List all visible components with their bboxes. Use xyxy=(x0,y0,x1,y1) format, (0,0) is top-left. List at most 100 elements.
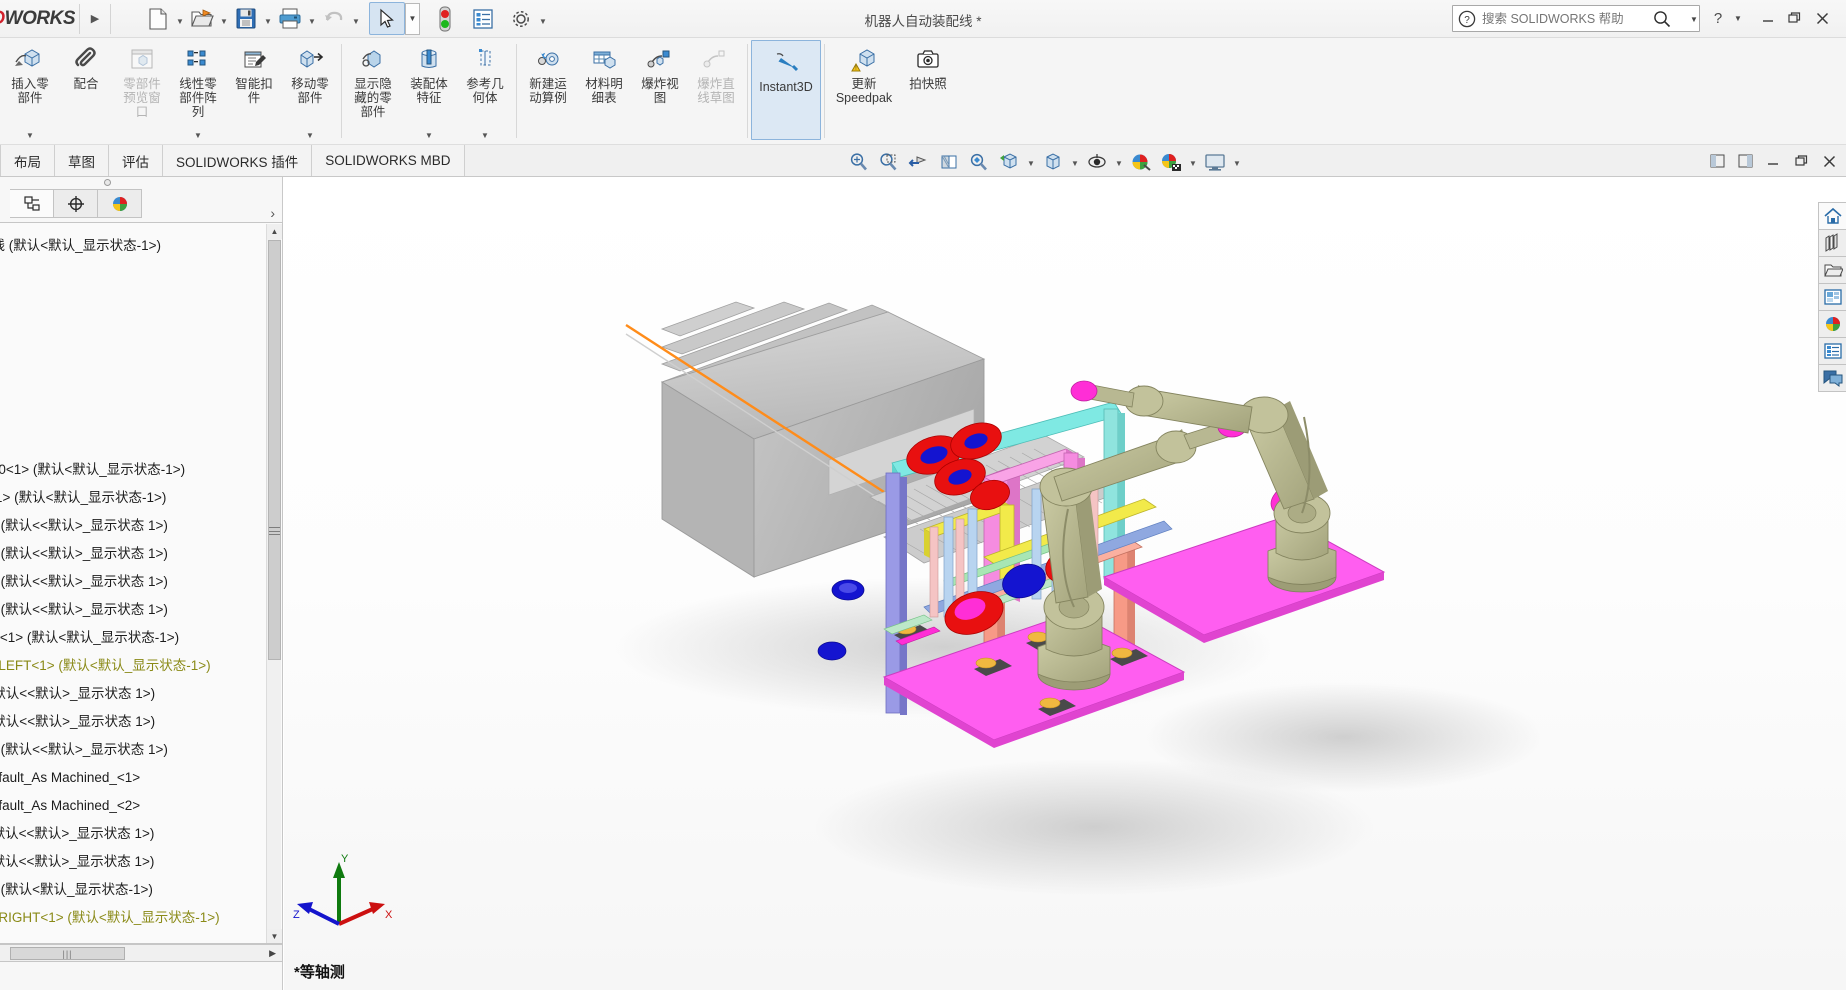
tree-item-component[interactable]: 103089P070<1> (默认<默认_显示状态-1>) xyxy=(0,876,283,904)
tree-item-assembly-root[interactable]: 机器人自动装配线 (默认<默认_显示状态-1>) xyxy=(0,232,283,260)
task-pane-home-icon[interactable] xyxy=(1818,202,1846,230)
ribbon-linear-component-pattern[interactable]: 线性零 部件阵 列 ▼ xyxy=(170,38,226,144)
document-maximize-button[interactable] xyxy=(1790,150,1812,172)
tree-item-component[interactable]: conveyorA<1> (默认<<默认>_显示状态 1>) xyxy=(0,680,283,708)
task-pane-view-palette-icon[interactable] xyxy=(1818,283,1846,311)
graphics-viewport[interactable]: Y X Z *等轴测 xyxy=(284,177,1846,990)
hscroll-right-arrow[interactable]: ▶ xyxy=(269,948,276,959)
scroll-thumb[interactable] xyxy=(268,240,281,660)
tree-item-component[interactable]: S000123B<2> (默认<<默认>_显示状态 1>) xyxy=(0,848,283,876)
tree-item-annotations[interactable]: 注解 xyxy=(0,316,283,344)
help-menu-dropdown[interactable]: ▼ xyxy=(1726,6,1750,30)
display-window-icon[interactable] xyxy=(1201,148,1229,176)
tree-item-component[interactable]: 100098P015_Default_As Machined_<1> xyxy=(0,764,283,792)
previous-view-icon[interactable] xyxy=(905,148,933,176)
task-pane-appearances-icon[interactable] xyxy=(1818,310,1846,338)
feature-manager-tab[interactable] xyxy=(10,189,54,218)
tree-item-component[interactable]: 100098P023<1> (默认<<默认>_显示状态 1>) xyxy=(0,568,283,596)
view-settings-dropdown[interactable]: ▼ xyxy=(1113,148,1125,176)
ribbon-explode-line-sketch[interactable]: 爆炸直 线草图 xyxy=(688,38,744,144)
feature-tree-vertical-scrollbar[interactable]: ▲ ▼ xyxy=(266,224,281,944)
scroll-up-arrow[interactable]: ▲ xyxy=(267,224,282,239)
dock-left-button[interactable] xyxy=(1706,150,1728,172)
ribbon-assembly-features[interactable]: 装配体 特征 ▼ xyxy=(401,38,457,144)
display-manager-tab[interactable] xyxy=(98,189,142,218)
zoom-to-area-icon[interactable] xyxy=(875,148,903,176)
display-style-dropdown[interactable]: ▼ xyxy=(1025,148,1037,176)
select-tool-dropdown[interactable]: ▼ xyxy=(405,3,420,35)
search-input[interactable] xyxy=(1478,12,1649,26)
tree-item-component[interactable]: S000123B<1> (默认<<默认>_显示状态 1>) xyxy=(0,820,283,848)
tree-item-origin[interactable]: 原点 xyxy=(0,428,283,456)
ribbon-mate[interactable]: 配合 xyxy=(58,38,114,144)
chevron-down-icon[interactable]: ▼ xyxy=(26,131,34,140)
chevron-down-icon[interactable]: ▼ xyxy=(425,131,433,140)
print-document-dropdown[interactable]: ▼ xyxy=(305,3,319,35)
tab-sketch[interactable]: 草图 xyxy=(55,145,109,176)
tree-item-component[interactable]: 103090P001_UP<1> (默认<默认_显示状态-1>) xyxy=(0,624,283,652)
tree-item-component[interactable]: conveyorB<1> (默认<<默认>_显示状态 1>) xyxy=(0,708,283,736)
undo-dropdown[interactable]: ▼ xyxy=(349,3,363,35)
ribbon-exploded-view[interactable]: 爆炸视 图 xyxy=(632,38,688,144)
tree-item-component[interactable]: 100098P019<1> (默认<<默认>_显示状态 1>) xyxy=(0,512,283,540)
tree-item-component[interactable]: 103089P001_R40<1> (默认<默认_显示状态-1>) xyxy=(0,456,283,484)
open-document-dropdown[interactable]: ▼ xyxy=(217,3,231,35)
scroll-down-arrow[interactable]: ▼ xyxy=(267,929,282,944)
panel-more-tabs-arrow[interactable]: › xyxy=(270,205,275,221)
chevron-down-icon[interactable]: ▼ xyxy=(306,131,314,140)
window-close-button[interactable] xyxy=(1810,6,1834,30)
tree-item-top-plane[interactable]: 上视基准面 xyxy=(0,372,283,400)
panel-pin-handle[interactable] xyxy=(104,179,111,186)
select-tool-button[interactable] xyxy=(369,2,405,35)
task-pane-custom-properties-icon[interactable] xyxy=(1818,337,1846,365)
gear-dropdown[interactable]: ▼ xyxy=(536,3,550,35)
ribbon-move-component[interactable]: 移动零 部件 ▼ xyxy=(282,38,338,144)
section-view-icon[interactable] xyxy=(935,148,963,176)
ribbon-show-hidden-components[interactable]: 显示隐 藏的零 部件 xyxy=(345,38,401,144)
display-style-icon[interactable] xyxy=(995,148,1023,176)
chevron-down-icon[interactable]: ▼ xyxy=(481,131,489,140)
options-list-button[interactable] xyxy=(468,3,498,35)
ribbon-instant3d[interactable]: Instant3D xyxy=(751,40,821,140)
tree-item-component[interactable]: 100098P020<1> (默认<<默认>_显示状态 1>) xyxy=(0,540,283,568)
menu-expand-arrow[interactable]: ▶ xyxy=(84,4,106,34)
display-window-dropdown[interactable]: ▼ xyxy=(1231,148,1243,176)
tab-addins[interactable]: SOLIDWORKS 插件 xyxy=(163,145,312,176)
undo-button[interactable] xyxy=(319,3,349,35)
tree-item-front-plane[interactable]: 前视基准面 xyxy=(0,344,283,372)
document-minimize-button[interactable] xyxy=(1762,150,1784,172)
ribbon-insert-component[interactable]: 插入零 部件 ▼ xyxy=(2,38,58,144)
print-document-button[interactable] xyxy=(275,3,305,35)
hide-show-items-icon[interactable] xyxy=(1039,148,1067,176)
ribbon-take-snapshot[interactable]: 拍快照 xyxy=(900,38,956,144)
tab-layout[interactable]: 布局 xyxy=(0,145,55,176)
window-minimize-button[interactable] xyxy=(1756,6,1780,30)
save-document-dropdown[interactable]: ▼ xyxy=(261,3,275,35)
appearances-icon[interactable] xyxy=(1157,148,1185,176)
view-settings-icon[interactable] xyxy=(1083,148,1111,176)
magnifier-icon[interactable] xyxy=(1649,9,1675,29)
ribbon-component-preview-window[interactable]: 零部件 预览窗 口 xyxy=(114,38,170,144)
tab-evaluate[interactable]: 评估 xyxy=(109,145,163,176)
ribbon-smart-fasteners[interactable]: 智能扣 件 xyxy=(226,38,282,144)
tree-item-component[interactable]: Conveyor_R70<1> (默认<默认_显示状态-1>) xyxy=(0,484,283,512)
task-pane-forum-icon[interactable] xyxy=(1818,364,1846,392)
appearances-dropdown[interactable]: ▼ xyxy=(1187,148,1199,176)
tab-mbd[interactable]: SOLIDWORKS MBD xyxy=(312,145,464,176)
apply-scene-icon[interactable] xyxy=(1127,148,1155,176)
property-manager-tab[interactable] xyxy=(54,189,98,218)
open-document-button[interactable] xyxy=(187,3,217,35)
chevron-down-icon[interactable]: ▼ xyxy=(194,131,202,140)
save-document-button[interactable] xyxy=(231,3,261,35)
view-orientation-icon[interactable] xyxy=(965,148,993,176)
tree-item-component[interactable]: 100098P015_Default_As Machined_<2> xyxy=(0,792,283,820)
tree-item-component-selected[interactable]: (-) 103088P001_LEFT<1> (默认<默认_显示状态-1>) xyxy=(0,652,283,680)
task-pane-file-explorer-icon[interactable] xyxy=(1818,256,1846,284)
tree-item-component-selected[interactable]: (-) 103088P001_RIGHT<1> (默认<默认_显示状态-1>) xyxy=(0,904,283,932)
ribbon-bill-of-materials[interactable]: 材料明 细表 xyxy=(576,38,632,144)
new-document-dropdown[interactable]: ▼ xyxy=(173,3,187,35)
tree-item-right-plane[interactable]: 右视基准面 xyxy=(0,400,283,428)
search-dropdown[interactable]: chevron-down-icon xyxy=(1675,3,1689,35)
assembly-3d-model[interactable] xyxy=(284,177,1846,990)
zoom-to-fit-icon[interactable] xyxy=(845,148,873,176)
